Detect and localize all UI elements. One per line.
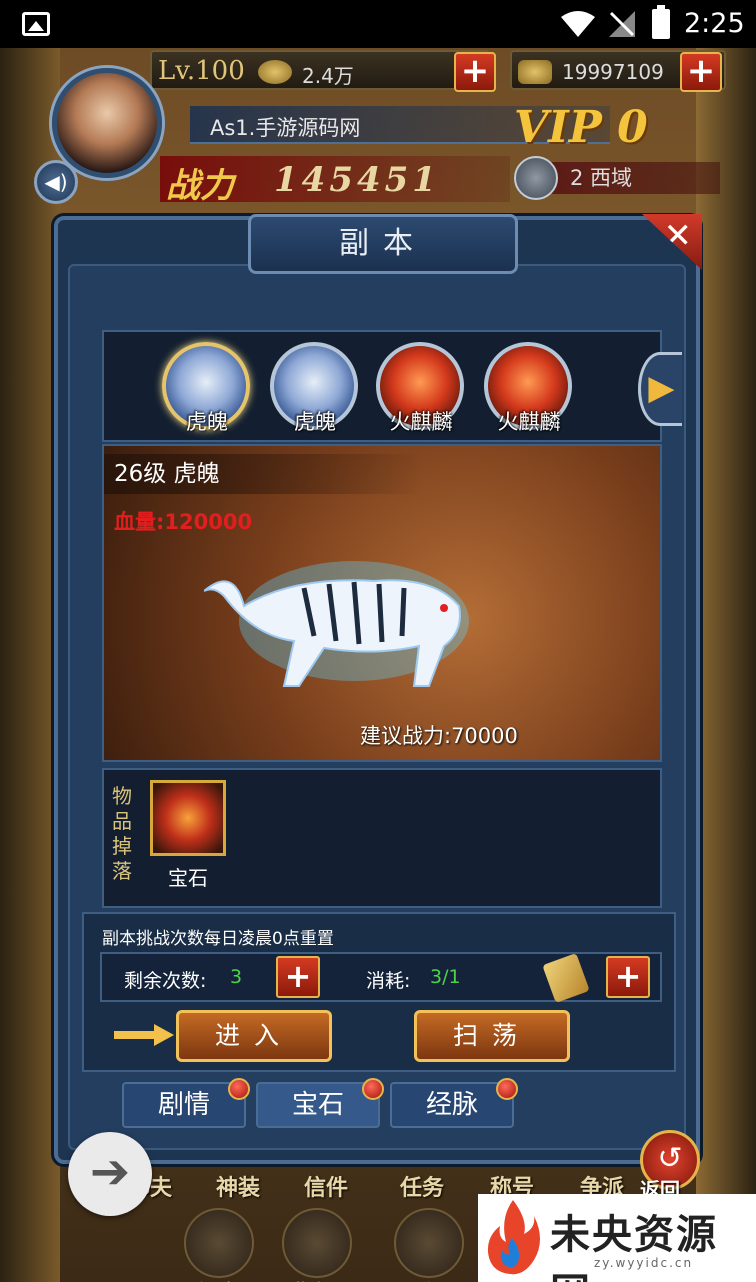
silver-coin-icon — [258, 60, 292, 84]
boss-level-name: 26级 虎魄 — [104, 454, 424, 494]
sound-icon[interactable]: ◀) — [34, 160, 78, 204]
boss-option-label: 火麒麟 — [497, 410, 561, 434]
combat-power: 145451 — [274, 160, 440, 200]
watermark-logo: 未央资源网 zy.wyyidc.cn — [478, 1194, 756, 1282]
notification-dot-icon — [362, 1078, 384, 1100]
add-ticket-button[interactable]: + — [606, 956, 650, 998]
drop-item-label: 宝石 — [168, 866, 208, 890]
boss-option-label: 虎魄 — [294, 410, 336, 434]
wifi-icon — [561, 11, 595, 37]
boss-option-2[interactable]: 虎魄 — [270, 342, 360, 438]
recommended-power: 建议战力:70000 — [360, 724, 518, 748]
dungeon-panel: 副本 ✕ 虎魄 虎魄 火麒麟 火麒麟 ▶ 26级 虎魄 血量:120000 建议… — [54, 214, 702, 1164]
battery-icon — [652, 5, 670, 39]
status-bar: 2:25 — [0, 0, 756, 48]
nav-label[interactable]: 侠客 — [196, 1276, 240, 1282]
add-gold-button[interactable]: + — [680, 52, 722, 92]
background-right — [696, 48, 756, 1282]
panel-title: 副本 — [248, 214, 518, 274]
panel-title-text: 副本 — [339, 226, 427, 261]
nav-label[interactable]: 神装 — [216, 1170, 260, 1202]
sweep-button[interactable]: 扫荡 — [414, 1010, 570, 1062]
player-avatar[interactable] — [52, 68, 162, 178]
boss-option-4[interactable]: 火麒麟 — [484, 342, 574, 438]
gold-ingot-icon — [518, 60, 552, 84]
clock: 2:25 — [684, 8, 745, 39]
white-tiger-illustration — [204, 561, 469, 687]
player-name: As1.手游源码网 — [210, 116, 361, 140]
nav-label[interactable]: 任务 — [400, 1170, 444, 1202]
background-left — [0, 48, 60, 1282]
next-boss-arrow-icon[interactable]: ▶ — [638, 352, 682, 426]
game-screen: Lv.100 2.4万 + 19997109 + ◀) As1.手游源码网 VI… — [0, 48, 756, 1282]
boss-option-3[interactable]: 火麒麟 — [376, 342, 466, 438]
remaining-label: 剩余次数: — [124, 970, 207, 992]
nav-label[interactable]: 信件 — [304, 1170, 348, 1202]
flame-logo-icon — [487, 1200, 540, 1275]
arrow-forward-icon[interactable]: ➔ — [68, 1132, 152, 1216]
watermark-title: 未央资源网 — [550, 1212, 718, 1282]
boss-hp: 血量:120000 — [114, 510, 253, 534]
server-name: 2 西域 — [570, 166, 633, 190]
cost-count: 3/1 — [430, 966, 461, 988]
attempts-row: 剩余次数: 3 + 消耗: 3/1 + — [100, 952, 662, 1003]
notification-dot-icon — [228, 1078, 250, 1100]
item-drops: 物品掉落 宝石 — [102, 768, 662, 908]
server-emblem-icon — [514, 156, 558, 200]
boss-option-label: 虎魄 — [186, 410, 228, 434]
nav-label[interactable]: 背包 — [290, 1276, 334, 1282]
add-silver-button[interactable]: + — [454, 52, 496, 92]
boss-preview: 26级 虎魄 血量:120000 建议战力:70000 — [102, 444, 662, 762]
notification-dot-icon — [496, 1078, 518, 1100]
drops-label: 物品掉落 — [112, 784, 132, 883]
enhance-nav-icon[interactable] — [394, 1208, 464, 1278]
watermark-url: zy.wyyidc.cn — [594, 1256, 694, 1270]
close-icon[interactable]: ✕ — [642, 214, 702, 270]
add-attempts-button[interactable]: + — [276, 956, 320, 998]
nav-label[interactable]: 强化 — [400, 1276, 444, 1282]
boss-option-label: 火麒麟 — [389, 410, 453, 434]
enter-button[interactable]: 进入 — [176, 1010, 332, 1062]
boss-option-1[interactable]: 虎魄 — [162, 342, 252, 438]
boss-selector: 虎魄 虎魄 火麒麟 火麒麟 ▶ — [102, 330, 682, 442]
gold-amount: 19997109 — [562, 60, 664, 84]
bag-nav-icon[interactable] — [282, 1208, 352, 1278]
cost-label: 消耗: — [366, 970, 411, 992]
reset-note: 副本挑战次数每日凌晨0点重置 — [102, 929, 334, 949]
no-signal-icon — [609, 11, 635, 37]
remaining-count: 3 — [230, 966, 243, 988]
image-icon — [22, 12, 50, 36]
power-label: 战力 — [166, 166, 234, 206]
top-hud: Lv.100 2.4万 + 19997109 + ◀) As1.手游源码网 VI… — [30, 48, 726, 208]
player-level: Lv.100 — [158, 56, 245, 86]
arrow-right-icon — [114, 1024, 174, 1046]
gem-item-icon[interactable] — [150, 780, 226, 856]
scroll-ticket-icon — [542, 953, 590, 1003]
vip-badge[interactable]: VIP 0 — [514, 102, 648, 153]
challenge-box: 副本挑战次数每日凌晨0点重置 剩余次数: 3 + 消耗: 3/1 + 进入 扫荡 — [82, 912, 676, 1072]
knight-nav-icon[interactable] — [184, 1208, 254, 1278]
silver-amount: 2.4万 — [302, 64, 354, 88]
